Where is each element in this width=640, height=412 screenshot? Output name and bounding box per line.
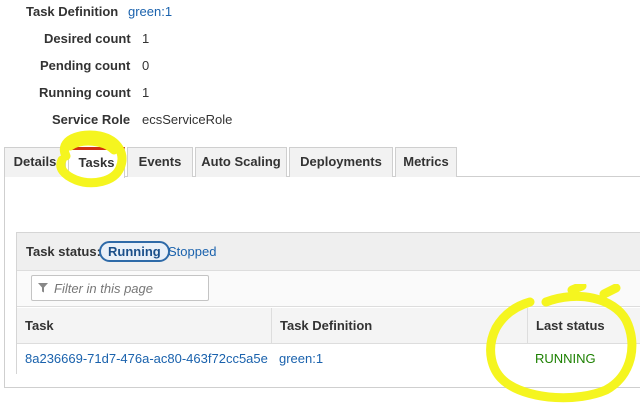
detail-value: 1 — [142, 85, 150, 100]
task-status-label: Task status: — [26, 244, 101, 259]
task-id-link[interactable]: 8a236669-71d7-476a-ac80-463f72cc5a5e — [17, 344, 268, 374]
tab-events[interactable]: Events — [127, 147, 193, 177]
filter-stopped-link[interactable]: Stopped — [168, 244, 216, 259]
detail-label: Desired count — [44, 31, 131, 46]
column-header-last-status[interactable]: Last status — [527, 308, 640, 344]
task-definition-link[interactable]: green:1 — [128, 3, 172, 21]
detail-task-definition: Task Definition green:1 — [0, 3, 400, 21]
filter-bar — [17, 271, 640, 307]
detail-value: 0 — [142, 58, 150, 73]
tab-tasks[interactable]: Tasks — [68, 147, 125, 178]
row-task-definition-link[interactable]: green:1 — [271, 344, 323, 374]
table-row: 8a236669-71d7-476a-ac80-463f72cc5a5e gre… — [17, 344, 640, 374]
tab-details[interactable]: Details — [4, 147, 66, 177]
detail-pending-count: Pending count 0 — [0, 57, 400, 75]
filter-running-button[interactable]: Running — [99, 241, 170, 262]
detail-value: ecsServiceRole — [142, 112, 233, 127]
detail-label: Running count — [39, 85, 131, 100]
task-status-bar: Task status: Running Stopped — [17, 233, 640, 271]
column-header-task[interactable]: Task — [17, 308, 271, 344]
table-header: Task Task Definition Last status — [17, 308, 640, 344]
tab-auto-scaling[interactable]: Auto Scaling — [195, 147, 287, 177]
tab-deployments[interactable]: Deployments — [289, 147, 393, 177]
detail-desired-count: Desired count 1 — [0, 30, 400, 48]
last-status-value: RUNNING — [535, 351, 596, 366]
detail-label: Service Role — [52, 112, 131, 127]
filter-input[interactable] — [31, 275, 209, 301]
detail-value: 1 — [142, 31, 150, 46]
detail-running-count: Running count 1 — [0, 84, 400, 102]
detail-service-role: Service Role ecsServiceRole — [0, 111, 400, 129]
column-header-task-definition[interactable]: Task Definition — [271, 308, 527, 344]
tasks-panel: Task status: Running Stopped Task Task D… — [16, 232, 640, 374]
filter-funnel-icon — [38, 283, 48, 293]
tab-metrics[interactable]: Metrics — [395, 147, 457, 177]
detail-label: Task Definition — [26, 4, 119, 19]
detail-label: Pending count — [40, 58, 131, 73]
